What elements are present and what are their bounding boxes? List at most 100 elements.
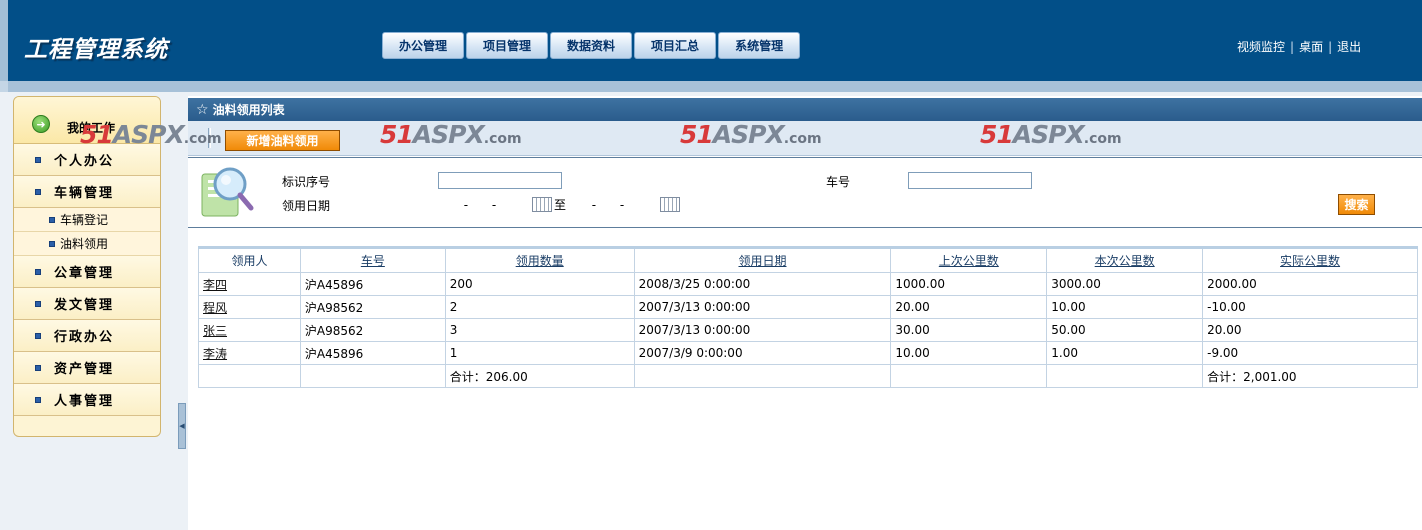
cell-empty [1046, 364, 1204, 388]
cell-car: 沪A98562 [299, 318, 446, 342]
watermark-num: 51 [680, 120, 714, 149]
sidebar-item-seal[interactable]: 公章管理 [14, 256, 160, 288]
star-icon: ☆ [196, 101, 209, 118]
collapse-sidebar-handle[interactable]: ◀ [178, 403, 186, 449]
watermark-num: 51 [380, 120, 414, 149]
left-gutter [0, 92, 12, 530]
cell-user: 李四 [198, 272, 301, 296]
cell-date: 2007/3/9 0:00:00 [633, 341, 892, 365]
col-header-last-km[interactable]: 上次公里数 [890, 246, 1048, 273]
col-header-car[interactable]: 车号 [299, 246, 446, 273]
col-header-qty[interactable]: 领用数量 [444, 246, 635, 273]
user-link[interactable]: 张三 [203, 324, 227, 338]
cell-last-km: 20.00 [890, 295, 1048, 319]
table-row: 李四 沪A45896 200 2008/3/25 0:00:00 1000.00… [198, 272, 1418, 296]
cell-user: 张三 [198, 318, 301, 342]
sidebar-subitem-vehicle-register[interactable]: 车辆登记 [14, 208, 160, 232]
col-header-actual-km[interactable]: 实际公里数 [1202, 246, 1418, 273]
square-bullet-icon [49, 241, 55, 247]
date-label: 领用日期 [282, 199, 331, 213]
cell-empty [198, 364, 301, 388]
watermark-mid: ASPX [412, 120, 485, 149]
square-bullet-icon [35, 301, 41, 307]
band-left [0, 81, 8, 92]
cell-empty [633, 364, 892, 388]
sidebar-item-label: 人事管理 [54, 394, 115, 409]
user-link[interactable]: 程风 [203, 301, 227, 315]
calendar-icon[interactable] [660, 197, 681, 212]
nav-office-button[interactable]: 办公管理 [382, 32, 465, 59]
to-label: 至 [554, 198, 567, 212]
watermark-num: 51 [80, 120, 114, 149]
nav-project-button[interactable]: 项目管理 [466, 32, 549, 59]
sidebar-item-document[interactable]: 发文管理 [14, 288, 160, 320]
watermark-logo: 51ASPX.com [80, 120, 222, 149]
sidebar-subitem-fuel-use[interactable]: 油料领用 [14, 232, 160, 256]
fuel-use-table: 领用人 车号 领用数量 领用日期 上次公里数 本次公里数 实际公里数 李四 沪A… [198, 246, 1418, 388]
cell-qty: 200 [444, 272, 635, 296]
end-date-value: - - [591, 197, 635, 212]
watermark-mid: ASPX [112, 120, 185, 149]
cell-actual-km: 2000.00 [1202, 272, 1418, 296]
col-header-current-km[interactable]: 本次公里数 [1046, 246, 1204, 273]
watermark-logo: 51ASPX.com [380, 120, 522, 149]
total-qty: 合计：206.00 [444, 364, 635, 388]
cell-empty [299, 364, 446, 388]
add-fuel-use-button[interactable]: 新增油料领用 [225, 130, 340, 151]
square-bullet-icon [35, 157, 41, 163]
sidebar-divider [161, 96, 179, 530]
table-row: 李涛 沪A45896 1 2007/3/9 0:00:00 10.00 1.00… [198, 341, 1418, 365]
square-bullet-icon [49, 217, 55, 223]
start-date-field[interactable]: - - 至 - - [438, 196, 681, 213]
sidebar-subitem-label: 车辆登记 [60, 213, 109, 227]
start-date-value: - - [463, 197, 507, 212]
search-button[interactable]: 搜索 [1338, 194, 1375, 215]
sidebar-subitem-label: 油料领用 [60, 237, 109, 251]
nav-summary-button[interactable]: 项目汇总 [634, 32, 717, 59]
table-total-row: 合计：206.00 合计：2,001.00 [198, 364, 1418, 388]
col-header-date[interactable]: 领用日期 [633, 246, 892, 273]
table-row: 张三 沪A98562 3 2007/3/13 0:00:00 30.00 50.… [198, 318, 1418, 342]
id-input[interactable] [438, 172, 562, 189]
cell-last-km: 10.00 [890, 341, 1048, 365]
cell-current-km: 10.00 [1046, 295, 1204, 319]
watermark-num: 51 [980, 120, 1014, 149]
square-bullet-icon [35, 269, 41, 275]
sidebar-item-label: 个人办公 [54, 154, 115, 169]
watermark-suffix: .com [783, 131, 822, 147]
cell-last-km: 30.00 [890, 318, 1048, 342]
desktop-link[interactable]: 桌面 [1299, 38, 1323, 55]
sidebar-item-assets[interactable]: 资产管理 [14, 352, 160, 384]
calendar-icon[interactable] [532, 197, 552, 212]
green-arrow-icon: ➜ [32, 115, 50, 133]
car-input[interactable] [908, 172, 1032, 189]
search-magnifier-icon [201, 167, 254, 217]
col-header-user: 领用人 [198, 246, 301, 273]
cell-date: 2008/3/25 0:00:00 [633, 272, 892, 296]
app-header: 工程管理系统 办公管理 项目管理 数据资料 项目汇总 系统管理 视频监控 | 桌… [0, 0, 1422, 81]
table-header-row: 领用人 车号 领用数量 领用日期 上次公里数 本次公里数 实际公里数 [198, 246, 1418, 273]
header-band [0, 81, 1422, 92]
sidebar-item-label: 车辆管理 [54, 186, 115, 201]
sidebar-item-admin[interactable]: 行政办公 [14, 320, 160, 352]
panel-title: 油料领用列表 [212, 103, 285, 117]
video-monitor-link[interactable]: 视频监控 [1237, 38, 1285, 55]
nav-system-button[interactable]: 系统管理 [718, 32, 801, 59]
nav-data-button[interactable]: 数据资料 [550, 32, 633, 59]
watermark-suffix: .com [483, 131, 522, 147]
cell-actual-km: 20.00 [1202, 318, 1418, 342]
cell-date: 2007/3/13 0:00:00 [633, 295, 892, 319]
user-link[interactable]: 李涛 [203, 347, 227, 361]
top-navigation: 办公管理 项目管理 数据资料 项目汇总 系统管理 [382, 32, 801, 59]
sidebar-item-vehicle[interactable]: 车辆管理 [14, 176, 160, 208]
sidebar-item-label: 行政办公 [54, 330, 115, 345]
user-link[interactable]: 李四 [203, 278, 227, 292]
square-bullet-icon [35, 365, 41, 371]
cell-car: 沪A98562 [299, 295, 446, 319]
sidebar-item-label: 发文管理 [54, 298, 115, 313]
top-links: 视频监控 | 桌面 | 退出 [1237, 38, 1361, 55]
logout-link[interactable]: 退出 [1337, 38, 1361, 55]
id-label: 标识序号 [282, 175, 331, 189]
cell-car: 沪A45896 [299, 272, 446, 296]
sidebar-item-hr[interactable]: 人事管理 [14, 384, 160, 416]
